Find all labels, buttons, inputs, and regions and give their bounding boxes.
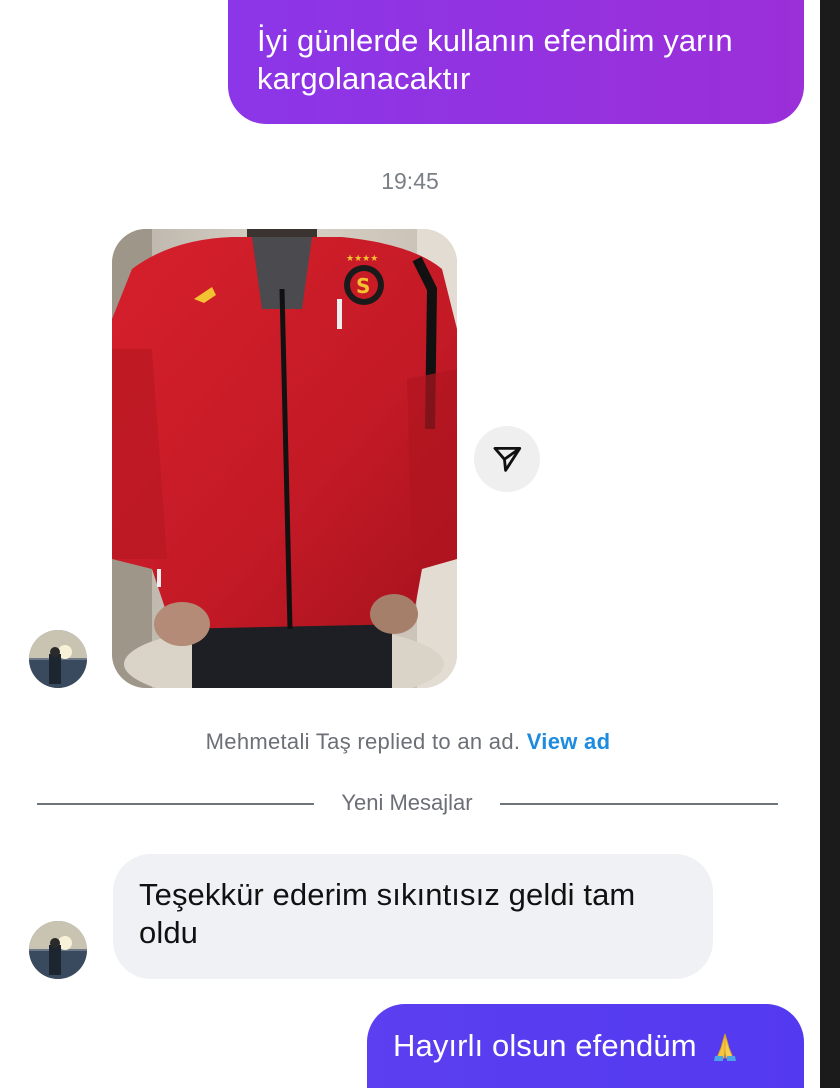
window-edge xyxy=(820,0,840,1088)
jacket-photo-illustration: S ★★★★ xyxy=(112,229,457,688)
divider-line-left xyxy=(37,803,314,805)
svg-text:S: S xyxy=(356,274,370,298)
avatar-image xyxy=(29,921,87,979)
ad-reply-notice: Mehmetali Taş replied to an ad. View ad xyxy=(0,729,816,755)
view-ad-link[interactable]: View ad xyxy=(527,729,611,754)
svg-text:★★★★: ★★★★ xyxy=(346,254,378,264)
ad-reply-text: Mehmetali Taş replied to an ad. xyxy=(205,729,521,754)
outgoing-message-text: İyi günlerde kullanın efendim yarın karg… xyxy=(257,23,733,96)
outgoing-message-bubble[interactable]: İyi günlerde kullanın efendim yarın karg… xyxy=(228,0,804,124)
incoming-message-text: Teşekkür ederim sıkıntısız geldi tam old… xyxy=(139,877,636,950)
message-timestamp: 19:45 xyxy=(381,168,439,194)
incoming-message-bubble[interactable]: Teşekkür ederim sıkıntısız geldi tam old… xyxy=(113,854,713,979)
sender-avatar[interactable] xyxy=(29,630,87,688)
outgoing-message-bubble[interactable]: Hayırlı olsun efendüm xyxy=(367,1004,804,1088)
outgoing-message-text: Hayırlı olsun efendüm xyxy=(393,1028,697,1063)
praying-hands-emoji xyxy=(709,1030,741,1071)
chat-screen: İyi günlerde kullanın efendim yarın karg… xyxy=(0,0,840,1088)
share-button[interactable] xyxy=(474,426,540,492)
avatar-image xyxy=(29,630,87,688)
new-messages-divider: Yeni Mesajlar xyxy=(37,790,778,818)
paper-plane-icon xyxy=(493,446,522,472)
sender-avatar[interactable] xyxy=(29,921,87,979)
divider-line-right xyxy=(500,803,778,805)
new-messages-label: Yeni Mesajlar xyxy=(341,790,473,815)
shared-product-photo[interactable]: S ★★★★ xyxy=(112,229,457,688)
